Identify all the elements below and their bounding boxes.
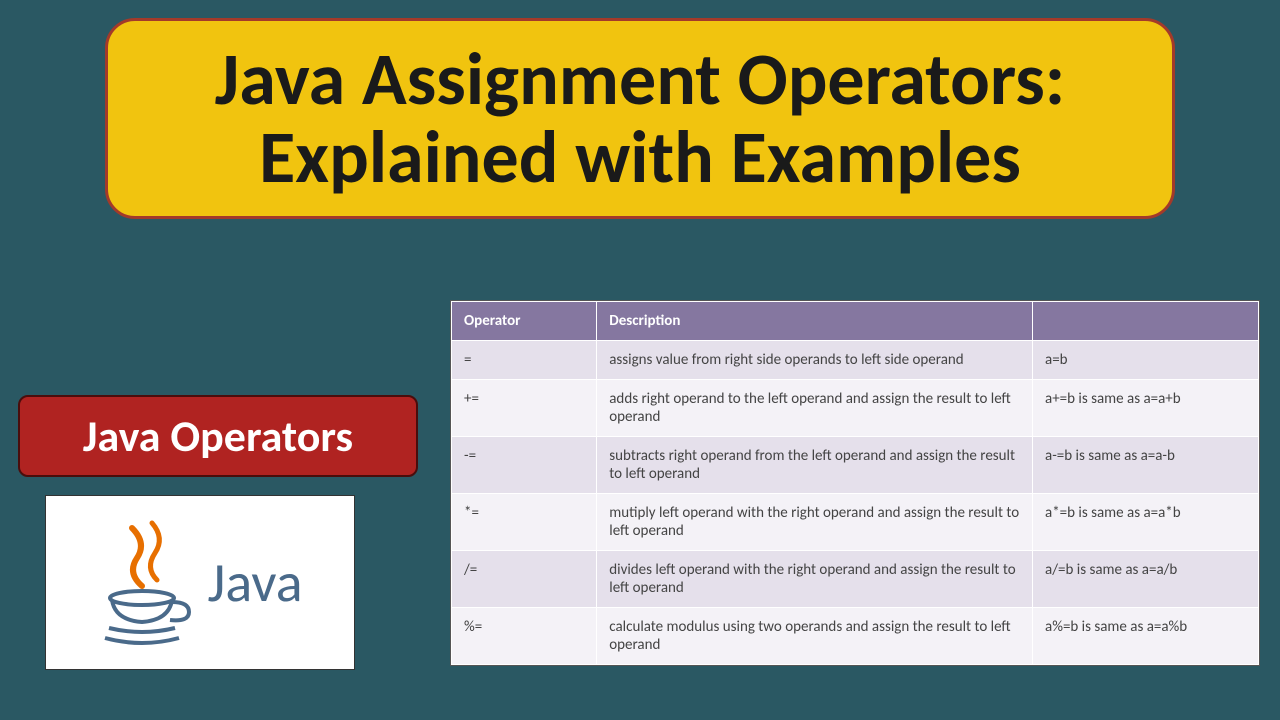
- title-line2: Explained with Examples: [138, 119, 1142, 197]
- subtitle-text: Java Operators: [83, 409, 353, 463]
- cell-operator: /=: [452, 551, 597, 608]
- table-header-description: Description: [597, 302, 1033, 341]
- cell-operator: %=: [452, 608, 597, 665]
- cell-example: a*=b is same as a=a*b: [1033, 494, 1259, 551]
- java-logo-text: Java: [207, 549, 302, 617]
- cell-example: a+=b is same as a=a+b: [1033, 380, 1259, 437]
- cell-description: adds right operand to the left operand a…: [597, 380, 1033, 437]
- cell-description: assigns value from right side operands t…: [597, 341, 1033, 380]
- java-cup-icon: [97, 518, 197, 648]
- cell-description: calculate modulus using two operands and…: [597, 608, 1033, 665]
- operators-table: Operator Description =assigns value from…: [451, 301, 1259, 665]
- table-header-operator: Operator: [452, 302, 597, 341]
- cell-operator: -=: [452, 437, 597, 494]
- cell-description: divides left operand with the right oper…: [597, 551, 1033, 608]
- title-box: Java Assignment Operators: Explained wit…: [105, 18, 1175, 219]
- java-logo-box: Java: [45, 495, 355, 670]
- cell-example: a%=b is same as a=a%b: [1033, 608, 1259, 665]
- table-row: *=mutiply left operand with the right op…: [452, 494, 1259, 551]
- cell-example: a-=b is same as a=a-b: [1033, 437, 1259, 494]
- operators-table-box: Operator Description =assigns value from…: [450, 300, 1260, 666]
- cell-description: mutiply left operand with the right oper…: [597, 494, 1033, 551]
- table-row: -=subtracts right operand from the left …: [452, 437, 1259, 494]
- table-row: +=adds right operand to the left operand…: [452, 380, 1259, 437]
- title-line1: Java Assignment Operators:: [138, 41, 1142, 119]
- table-row: =assigns value from right side operands …: [452, 341, 1259, 380]
- cell-operator: +=: [452, 380, 597, 437]
- table-header-example: [1033, 302, 1259, 341]
- table-header-row: Operator Description: [452, 302, 1259, 341]
- subtitle-box: Java Operators: [18, 395, 418, 477]
- cell-operator: *=: [452, 494, 597, 551]
- cell-example: a/=b is same as a=a/b: [1033, 551, 1259, 608]
- table-row: %=calculate modulus using two operands a…: [452, 608, 1259, 665]
- cell-example: a=b: [1033, 341, 1259, 380]
- cell-description: subtracts right operand from the left op…: [597, 437, 1033, 494]
- cell-operator: =: [452, 341, 597, 380]
- table-row: /=divides left operand with the right op…: [452, 551, 1259, 608]
